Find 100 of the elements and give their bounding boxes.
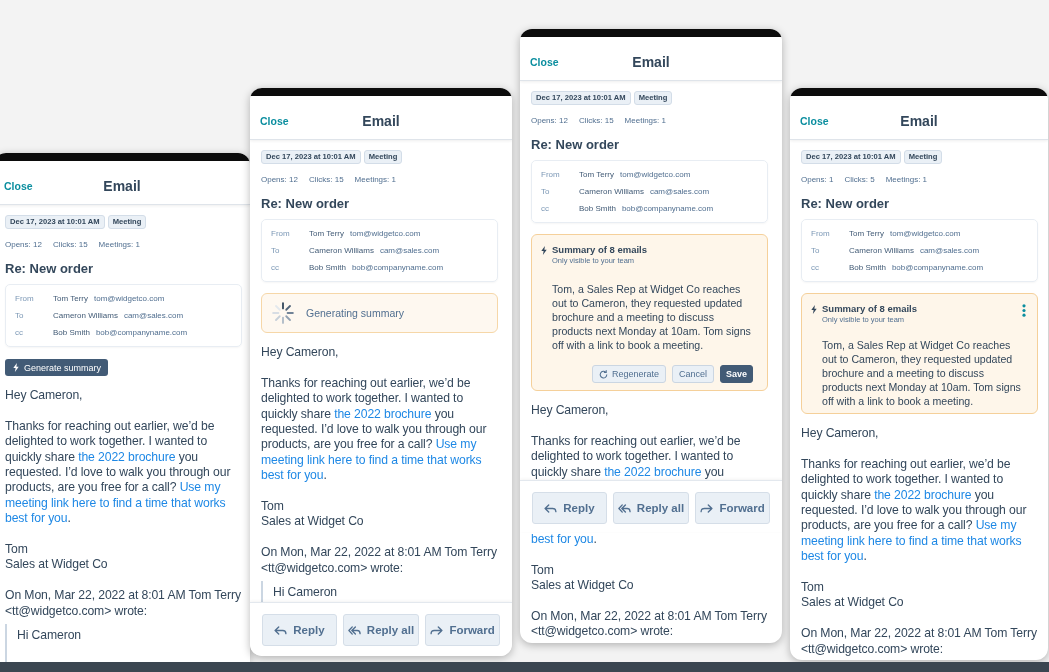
email-link[interactable]: meeting link here to find a time that works [261,452,482,467]
recipient-name: Tom Terry [579,169,614,181]
email-stat: Opens: 12 [261,174,298,186]
email-stat: Meetings: 1 [98,239,140,251]
signature-line: Sales at Widget Co [801,595,905,611]
reply-attribution: On Mon, Mar 22, 2022 at 8:01 AM Tom Terry <tt@widgetco.com> wrote: [261,545,498,577]
close-link[interactable]: Close [800,114,829,127]
reply-attribution: On Mon, Mar 22, 2022 at 8:01 AM Tom Terry <tt@widgetco.com> wrote: [531,609,768,640]
email-stat: Opens: 12 [531,115,568,127]
email-paragraph: Thanks for reaching out earlier, we’d be delighted to work together. I wanted to quickly share the 2022 brochure you requested. I’d love to walk you through our products, are you free for a call? Use my meeting link here to find a time that works best for you. [5,418,232,527]
recipient-label: From [15,293,35,305]
signature-line: Sales at Widget Co [5,557,109,573]
email-paragraph: Thanks for reaching out earlier, we’d be delighted to work together. I wanted to quickly share the 2022 brochure you requested. I’d love to walk you through our products, are you free for a call? Use my meeting link here to find a time that works best for you. [261,375,488,484]
email-stat: Opens: 1 [801,174,834,186]
email-paragraph: Thanks for reaching out earlier, we’d be delighted to work together. I wanted to quickly share the 2022 brochure you requested. I’d love to walk you through our products, are you free for a call? Use my meeting link here to find a time that works best for you. [801,456,1028,565]
greeting-text: Hey Cameron, [531,403,610,419]
greeting-text: Hey Cameron, [5,388,84,404]
recipient-email: tom@widgetco.com [349,228,421,240]
recipient-label: From [811,228,831,240]
reply-all-arrow-icon [617,503,631,513]
refresh-icon [598,369,608,379]
forward-button[interactable]: Forward [695,492,770,524]
reply-all-button[interactable]: Reply all [342,614,420,647]
recipient-name: Bob Smith [309,262,346,274]
email-stat: Meetings: 1 [885,174,928,186]
close-link[interactable]: Close [260,114,289,127]
cancel-button[interactable]: Cancel [671,365,714,383]
email-link[interactable]: meeting link here to find a time that works [801,533,1022,548]
recipient-label: To [541,186,551,198]
recipient-email: bob@companyname.com [891,262,984,274]
email-link[interactable]: the 2022 brochure [604,464,702,479]
summary-title: Summary of 8 emails [552,244,648,256]
email-link[interactable]: Use my [435,437,477,452]
email-stat: Clicks: 5 [844,174,875,186]
recipient-email: bob@companyname.com [351,262,444,274]
email-link[interactable]: Use my [179,480,221,495]
recipient-label: From [541,169,561,181]
close-link[interactable]: Close [530,55,559,68]
reply-attribution: On Mon, Mar 22, 2022 at 8:01 AM Tom Terry <tt@widgetco.com> wrote: [801,626,1038,658]
recipient-name: Bob Smith [53,327,90,339]
recipient-name: Cameron Williams [309,245,374,257]
greeting-text: Hey Cameron, [801,426,880,442]
email-stat: Clicks: 15 [308,174,344,186]
reply-all-arrow-icon [347,625,361,635]
reply-button[interactable]: Reply [532,492,607,524]
recipient-name: Bob Smith [579,203,616,215]
screen-title: Email [900,112,938,129]
email-paragraph: Thanks for reaching out earlier, we’d be delighted to work together. I wanted to quickly share the 2022 brochure you [531,433,742,480]
bolt-icon [811,305,817,314]
recipient-name: Bob Smith [849,262,886,274]
greeting-text: Hey Cameron, [261,345,340,361]
forward-arrow-icon [700,503,714,513]
bolt-icon [541,246,547,255]
summary-text: Tom, a Sales Rep at Widget Co reaches out to Cameron, they requested updated brochure and a meeting to discuss products next Monday at 10am. Tom signs off with a link to book a meeting. [822,338,1022,408]
forward-arrow-icon [430,625,444,635]
summary-title: Summary of 8 emails [822,303,918,315]
signature-line: Tom [5,542,29,558]
email-stat: Meetings: 1 [624,115,666,127]
bolt-icon [13,363,19,372]
recipient-name: Cameron Williams [579,186,644,198]
email-subject: Re: New order [531,137,621,153]
email-link[interactable]: meeting link here to find a time that works [5,495,226,510]
summary-text: Tom, a Sales Rep at Widget Co reaches out to Cameron, they requested updated brochure and a meeting to discuss products next Monday at 10am. Tom signs off with a link to book a meeting. [552,282,752,352]
recipient-email: tom@widgetco.com [889,228,961,240]
recipient-email: cam@sales.com [379,245,440,257]
generate-summary-button[interactable]: Generate summary [5,359,109,376]
signature-line: Tom [801,580,825,596]
recipient-label: cc [271,262,280,274]
email-subject: Re: New order [5,261,95,277]
email-subject: Re: New order [801,196,891,212]
reply-arrow-icon [544,503,558,513]
email-stat: Clicks: 15 [52,239,88,251]
email-stat: Meetings: 1 [354,174,396,186]
reply-all-button[interactable]: Reply all [612,492,690,524]
signature-line: Tom [261,499,285,515]
recipient-name: Tom Terry [53,293,88,305]
regenerate-button[interactable]: Regenerate [591,365,666,383]
email-link[interactable]: Use my [975,518,1017,533]
kebab-menu-icon[interactable] [1022,304,1026,317]
recipient-name: Tom Terry [849,228,884,240]
email-link[interactable]: the 2022 brochure [334,406,432,421]
recipient-name: Tom Terry [309,228,344,240]
save-button[interactable]: Save [719,365,753,383]
recipient-label: To [811,245,821,257]
email-link[interactable]: the 2022 brochure [874,487,972,502]
reply-button[interactable]: Reply [262,614,337,647]
signature-line: Sales at Widget Co [531,578,635,594]
quoted-text: Hi Cameron [273,585,339,601]
recipient-name: Cameron Williams [849,245,914,257]
forward-button[interactable]: Forward [425,614,500,647]
recipient-label: cc [811,262,820,274]
recipient-email: bob@companyname.com [95,327,188,339]
close-link[interactable]: Close [4,179,33,192]
signature-line: Sales at Widget Co [261,514,365,530]
email-link[interactable]: the 2022 brochure [78,449,176,464]
email-stat: Clicks: 15 [578,115,614,127]
screen-title: Email [362,112,400,129]
recipient-label: cc [541,203,550,215]
recipient-label: To [271,245,281,257]
recipient-label: From [271,228,291,240]
